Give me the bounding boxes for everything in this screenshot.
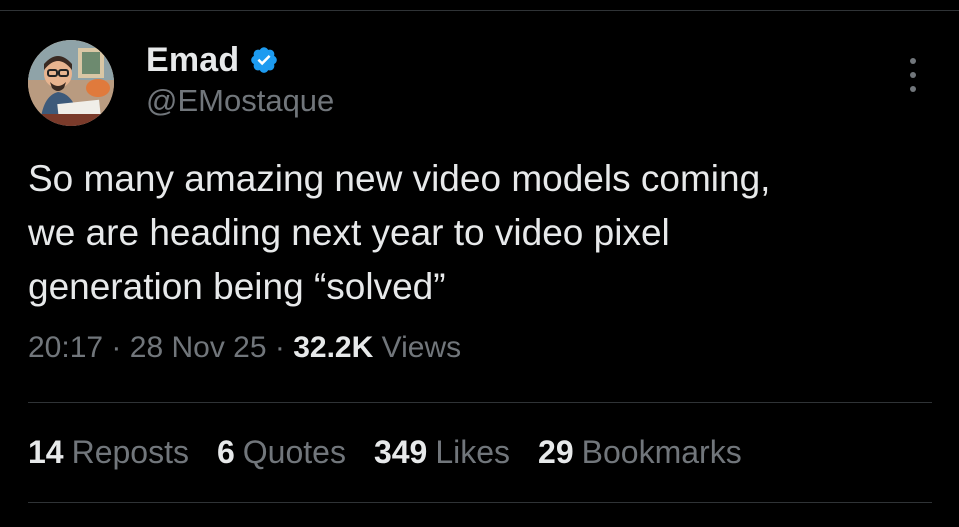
tweet-date[interactable]: 28 Nov 25 (130, 331, 267, 364)
author-name-row: Emad (146, 40, 279, 80)
tweet-time[interactable]: 20:17 (28, 331, 103, 364)
tweet-text-line: we are heading next year to video pixel (28, 212, 670, 253)
quotes-label: Quotes (242, 434, 346, 470)
author-display-name[interactable]: Emad (146, 41, 239, 80)
meta-separator: · (274, 331, 285, 364)
avatar[interactable] (28, 40, 114, 126)
stats-divider-top (28, 402, 932, 403)
stats-divider-bottom (28, 502, 932, 503)
meta-separator: · (111, 331, 122, 364)
bookmarks-count: 29 (538, 434, 574, 470)
reposts-label: Reposts (71, 434, 189, 470)
reposts-count: 14 (28, 434, 64, 470)
author-handle[interactable]: @EMostaque (146, 83, 334, 119)
bookmarks-label: Bookmarks (581, 434, 742, 470)
likes-label: Likes (435, 434, 511, 470)
more-options-icon[interactable] (900, 58, 926, 92)
quotes-count: 6 (216, 434, 235, 470)
avatar-illustration (28, 40, 114, 126)
tweet-meta: 20:17 · 28 Nov 25 · 32.2K Views (28, 331, 461, 365)
more-dot (910, 86, 916, 92)
views-label: Views (381, 331, 462, 364)
tweet-text: So many amazing new video models coming,… (28, 152, 928, 314)
verified-badge-icon[interactable] (249, 45, 279, 75)
quotes-stat[interactable]: 6 Quotes (217, 434, 346, 471)
likes-count: 349 (373, 434, 428, 470)
tweet-text-line: So many amazing new video models coming, (28, 158, 771, 199)
more-dot (910, 58, 916, 64)
top-divider (0, 10, 959, 11)
bookmarks-stat[interactable]: 29 Bookmarks (538, 434, 742, 471)
engagement-stats: 14 Reposts 6 Quotes 349 Likes 29 Bookmarks (28, 434, 770, 471)
reposts-stat[interactable]: 14 Reposts (28, 434, 189, 471)
views-count: 32.2K (293, 331, 374, 364)
tweet-text-line: generation being “solved” (28, 266, 446, 307)
more-dot (910, 72, 916, 78)
likes-stat[interactable]: 349 Likes (374, 434, 510, 471)
